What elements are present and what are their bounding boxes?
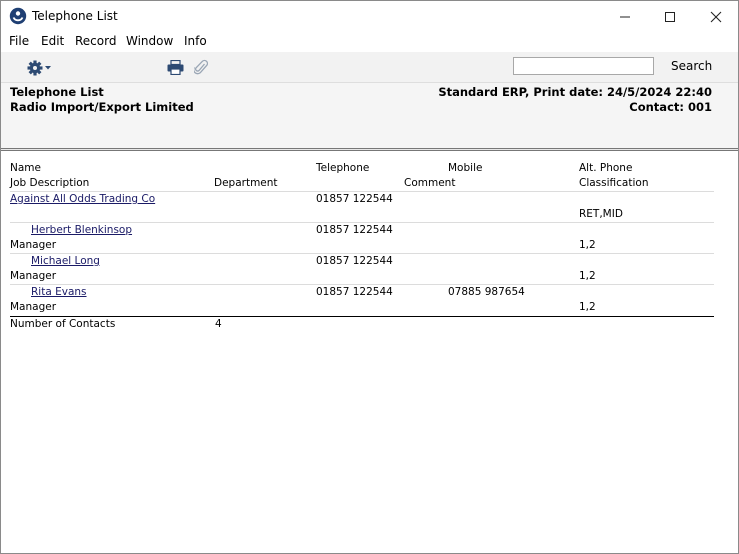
contact-classification: 1,2 xyxy=(579,239,596,251)
menu-file[interactable]: File xyxy=(9,34,29,48)
col-alt-phone: Alt. Phone xyxy=(579,162,633,174)
contact-mobile: 07885 987654 xyxy=(448,286,525,298)
close-icon xyxy=(710,11,722,22)
report-header: Telephone List Radio Import/Export Limit… xyxy=(1,83,738,149)
telephone-list-window: Telephone List File Edit Record Window I… xyxy=(0,0,739,554)
contact-number: Contact: 001 xyxy=(629,100,712,114)
app-logo-icon xyxy=(9,7,27,25)
col-job-description: Job Description xyxy=(10,177,90,189)
company-classification: RET,MID xyxy=(579,208,623,220)
maximize-icon xyxy=(665,11,675,22)
contact-telephone: 01857 122544 xyxy=(316,286,393,298)
contact-classification: 1,2 xyxy=(579,270,596,282)
close-button[interactable] xyxy=(693,1,739,32)
minimize-button[interactable] xyxy=(602,1,648,32)
paperclip-icon[interactable] xyxy=(194,59,208,76)
toolbar: Search xyxy=(1,52,738,83)
col-telephone: Telephone xyxy=(316,162,370,174)
gear-icon[interactable] xyxy=(25,58,55,78)
col-comment: Comment xyxy=(404,177,456,189)
col-classification: Classification xyxy=(579,177,649,189)
contact-link[interactable]: Michael Long xyxy=(31,254,100,268)
company-telephone: 01857 122544 xyxy=(316,193,393,205)
printer-icon[interactable] xyxy=(167,60,184,75)
maximize-button[interactable] xyxy=(647,1,693,32)
contact-job: Manager xyxy=(10,301,57,313)
contact-link[interactable]: Rita Evans xyxy=(31,285,87,299)
menu-info[interactable]: Info xyxy=(184,34,207,48)
report-body: Name Telephone Mobile Alt. Phone Job Des… xyxy=(1,151,738,553)
contact-telephone: 01857 122544 xyxy=(316,224,393,236)
menu-window[interactable]: Window xyxy=(126,34,173,48)
contact-classification: 1,2 xyxy=(579,301,596,313)
search-button[interactable]: Search xyxy=(671,59,712,73)
minimize-icon xyxy=(620,16,630,17)
company-name: Radio Import/Export Limited xyxy=(10,100,194,114)
contact-count-value: 4 xyxy=(215,318,222,330)
menu-bar: File Edit Record Window Info xyxy=(1,32,738,52)
col-department: Department xyxy=(214,177,278,189)
menu-record[interactable]: Record xyxy=(75,34,116,48)
report-title: Telephone List xyxy=(10,85,104,99)
col-mobile: Mobile xyxy=(448,162,483,174)
contact-job: Manager xyxy=(10,270,57,282)
menu-edit[interactable]: Edit xyxy=(41,34,64,48)
company-link[interactable]: Against All Odds Trading Co xyxy=(10,192,155,206)
window-title: Telephone List xyxy=(32,9,118,23)
contact-telephone: 01857 122544 xyxy=(316,255,393,267)
title-bar[interactable]: Telephone List xyxy=(1,1,738,32)
col-name: Name xyxy=(10,162,41,174)
total-divider xyxy=(10,316,714,317)
contact-count-label: Number of Contacts xyxy=(10,318,116,330)
contact-job: Manager xyxy=(10,239,57,251)
search-input[interactable] xyxy=(513,57,654,75)
contact-link[interactable]: Herbert Blenkinsop xyxy=(31,223,132,237)
print-info: Standard ERP, Print date: 24/5/2024 22:4… xyxy=(438,85,712,99)
